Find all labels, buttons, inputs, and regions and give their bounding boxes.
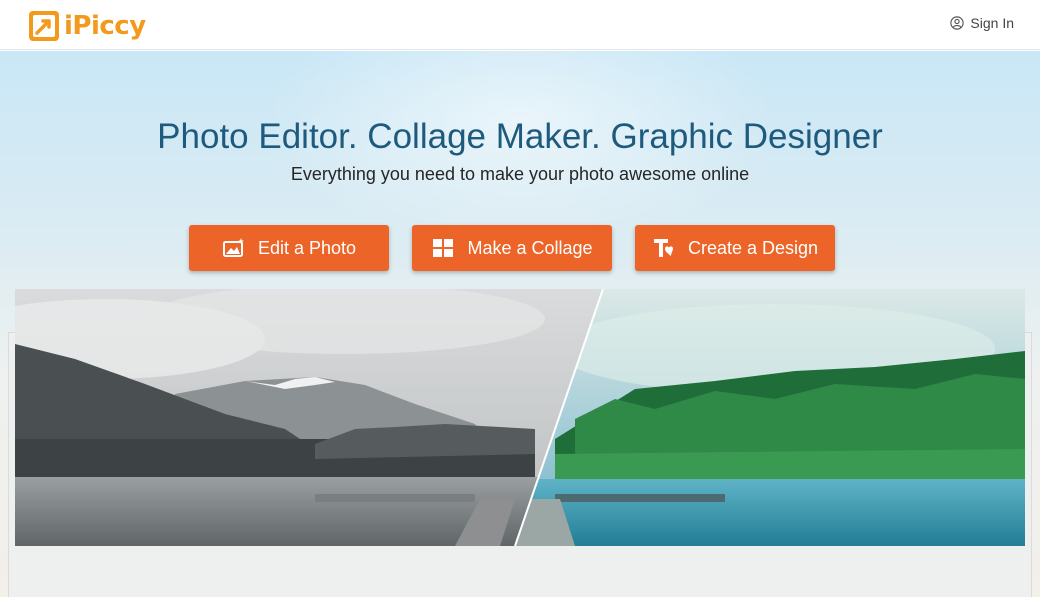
photo-edit-icon [222,238,244,257]
before-after-image [15,289,1025,546]
make-collage-button[interactable]: Make a Collage [412,225,612,271]
edit-photo-label: Edit a Photo [257,237,357,258]
lake-landscape-illustration [15,289,1025,546]
page-subtitle: Everything you need to make your photo a… [290,164,750,184]
user-circle-icon [950,16,965,30]
sign-in-label: Sign In [970,15,1014,31]
make-collage-label: Make a Collage [467,237,593,258]
logo-text: iPiccy [64,11,146,41]
ipiccy-logo[interactable]: iPiccy [28,9,146,43]
logo-mark-icon [29,11,59,41]
sign-in-link[interactable]: Sign In [950,15,1014,31]
edit-photo-button[interactable]: Edit a Photo [189,225,389,271]
page-title: Photo Editor. Collage Maker. Graphic Des… [157,117,883,156]
top-header: iPiccy Sign In [0,0,1040,50]
collage-grid-icon [433,239,454,257]
design-text-icon [653,239,673,257]
create-design-button[interactable]: Create a Design [635,225,835,271]
create-design-label: Create a Design [687,237,819,258]
